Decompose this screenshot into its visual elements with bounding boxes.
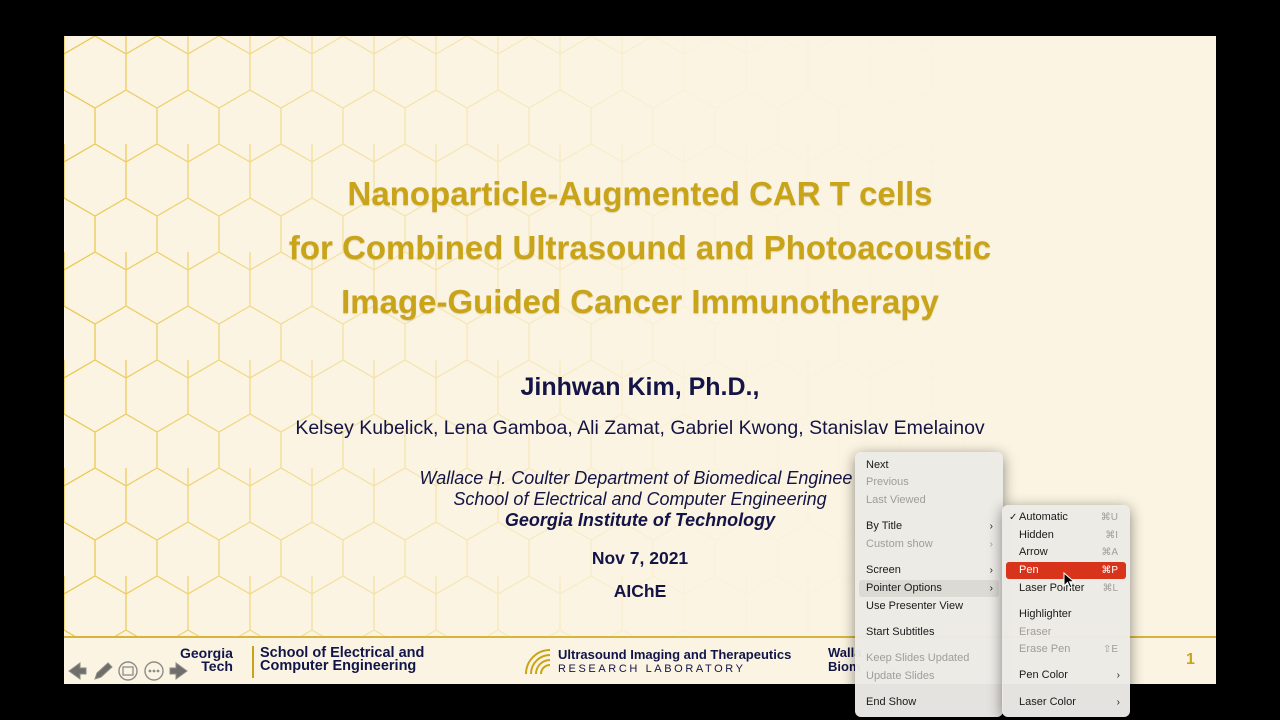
coauthors: Kelsey Kubelick, Lena Gamboa, Ali Zamat,… <box>295 417 985 439</box>
ece-logo: School of Electrical and Computer Engine… <box>260 646 424 674</box>
menu-item-label: Next <box>866 459 889 471</box>
chevron-right-icon: › <box>1116 670 1120 681</box>
prev-icon <box>68 662 87 680</box>
submenu-item-label: Erase Pen <box>1019 643 1071 655</box>
more-icon <box>144 661 164 681</box>
menu-item-last-viewed: Last Viewed <box>859 492 999 509</box>
menu-item-by-title[interactable]: By Title › <box>859 518 999 535</box>
menu-item-label: Last Viewed <box>866 494 926 506</box>
menu-item-update-slides: Update Slides <box>859 668 999 685</box>
presenter-name: Jinhwan Kim, Ph.D., <box>520 373 760 401</box>
shortcut-label: ⌘I <box>1105 530 1118 541</box>
submenu-item-erase-pen: Erase Pen ⇧E <box>1006 641 1126 658</box>
menu-item-next[interactable]: Next <box>859 457 999 474</box>
ultrasound-lab-subtitle: RESEARCH LABORATORY <box>558 663 746 675</box>
submenu-item-label: Hidden <box>1019 529 1054 541</box>
title-line-3: Image-Guided Cancer Immunotherapy <box>341 283 939 320</box>
title-line-1: Nanoparticle-Augmented CAR T cells <box>347 175 933 212</box>
slides-icon <box>118 661 138 681</box>
menu-item-keep-slides-updated: Keep Slides Updated <box>859 650 999 667</box>
checkmark-icon: ✓ <box>1009 512 1018 523</box>
submenu-item-label: Pen <box>1019 564 1039 576</box>
slide-title: Nanoparticle-Augmented CAR T cells for C… <box>64 167 1216 329</box>
next-slide-button[interactable] <box>168 660 190 682</box>
shortcut-label: ⌘U <box>1100 512 1118 523</box>
chevron-right-icon: › <box>1116 697 1120 708</box>
menu-item-label: By Title <box>866 520 903 532</box>
menu-item-pointer-options[interactable]: Pointer Options › <box>859 580 999 597</box>
menu-item-label: Keep Slides Updated <box>866 652 970 664</box>
ultrasound-lab-name: Ultrasound Imaging and Therapeutics <box>558 647 792 662</box>
menu-item-label: Pointer Options <box>866 582 942 594</box>
menu-item-label: Screen <box>866 564 901 576</box>
page-number: 1 <box>1186 651 1195 668</box>
submenu-item-laser-color[interactable]: Laser Color › <box>1006 694 1126 711</box>
pointer-options-submenu: ✓ Automatic ⌘U Hidden ⌘I Arrow ⌘A Pen ⌘P Lase… <box>1002 505 1130 717</box>
submenu-item-hidden[interactable]: Hidden ⌘I <box>1006 527 1126 544</box>
prev-slide-button[interactable] <box>66 660 88 682</box>
submenu-item-label: Arrow <box>1019 546 1048 558</box>
menu-item-label: Previous <box>866 476 909 488</box>
submenu-item-eraser: Eraser <box>1006 624 1126 641</box>
submenu-item-automatic[interactable]: ✓ Automatic ⌘U <box>1006 509 1126 526</box>
submenu-item-label: Eraser <box>1019 626 1052 638</box>
shortcut-label: ⇧E <box>1102 644 1118 655</box>
menu-item-screen[interactable]: Screen › <box>859 562 999 579</box>
submenu-item-pen-color[interactable]: Pen Color › <box>1006 667 1126 684</box>
chevron-right-icon: › <box>989 539 993 550</box>
submenu-item-label: Pen Color <box>1019 669 1068 681</box>
menu-item-previous: Previous <box>859 474 999 491</box>
pen-icon <box>94 662 113 680</box>
submenu-item-label: Automatic <box>1019 511 1068 523</box>
logo-divider <box>252 646 254 678</box>
submenu-item-arrow[interactable]: Arrow ⌘A <box>1006 544 1126 561</box>
menu-item-use-presenter-view[interactable]: Use Presenter View <box>859 598 999 615</box>
submenu-item-label: Laser Color <box>1019 696 1076 708</box>
menu-item-label: Use Presenter View <box>866 600 964 612</box>
next-icon <box>169 662 188 680</box>
title-line-2: for Combined Ultrasound and Photoacousti… <box>288 229 992 266</box>
more-options-button[interactable] <box>143 660 165 682</box>
mouse-cursor-icon <box>1063 572 1075 589</box>
ultrasound-lab-logo-icon <box>525 649 551 675</box>
shortcut-label: ⌘L <box>1102 583 1118 594</box>
chevron-right-icon: › <box>989 583 993 594</box>
ece-logo-line-2: Computer Engineering <box>260 658 417 674</box>
submenu-item-label: Highlighter <box>1019 608 1072 620</box>
menu-item-end-show[interactable]: End Show <box>859 694 999 711</box>
affiliation-department: Wallace H. Coulter Department of Biomedi… <box>419 468 853 488</box>
menu-item-label: Start Subtitles <box>866 626 935 638</box>
menu-item-start-subtitles[interactable]: Start Subtitles <box>859 624 999 641</box>
submenu-item-highlighter[interactable]: Highlighter <box>1006 606 1126 623</box>
menu-item-label: Custom show <box>866 538 933 550</box>
context-menu: Next Previous Last Viewed By Title › Cust… <box>855 452 1003 717</box>
menu-item-label: Update Slides <box>866 670 935 682</box>
see-all-slides-button[interactable] <box>117 660 139 682</box>
chevron-right-icon: › <box>989 521 993 532</box>
chevron-right-icon: › <box>989 565 993 576</box>
menu-item-custom-show: Custom show › <box>859 536 999 553</box>
shortcut-label: ⌘A <box>1101 547 1118 558</box>
shortcut-label: ⌘P <box>1101 565 1118 576</box>
menu-item-label: End Show <box>866 696 917 708</box>
pen-tool-button[interactable] <box>92 660 114 682</box>
